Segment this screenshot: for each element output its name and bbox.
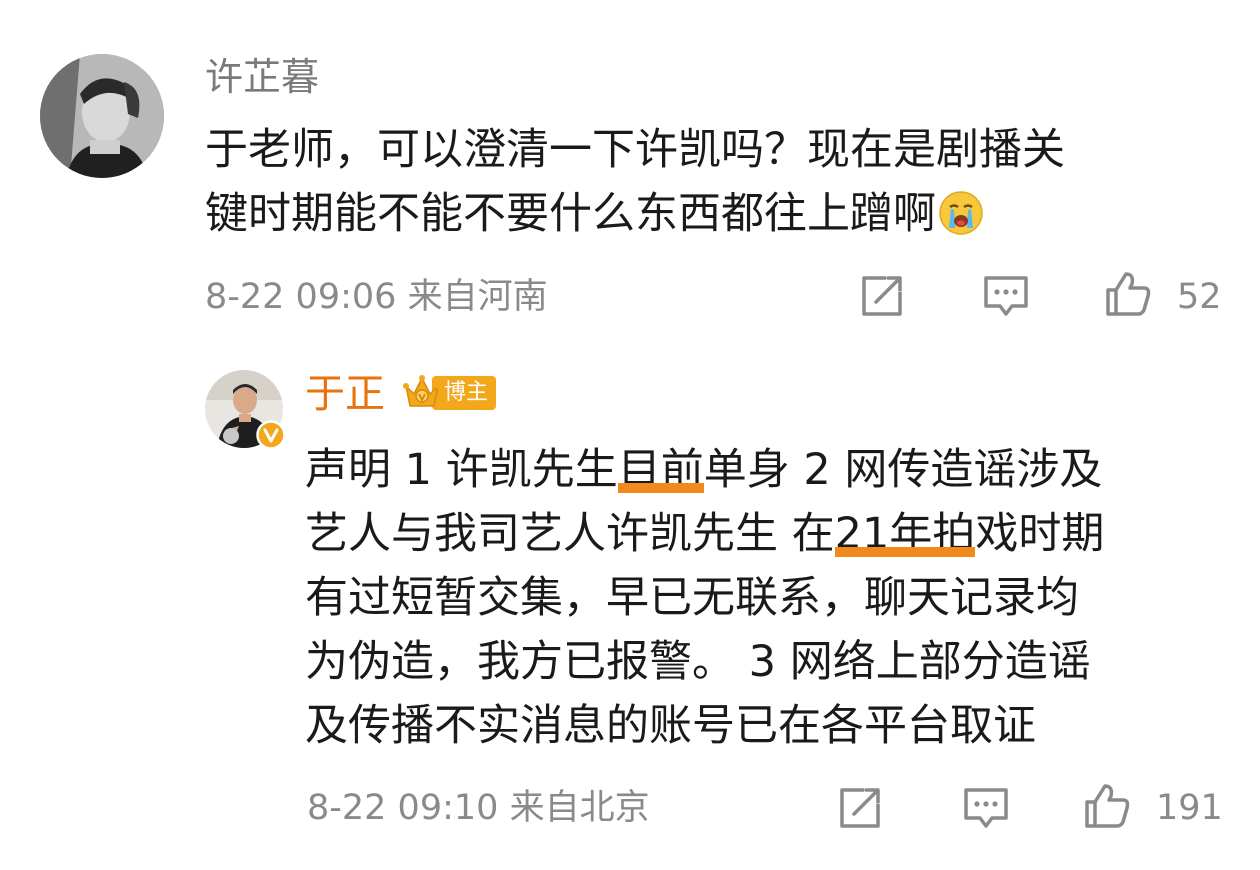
comment-text-line: 为伪造，我方已报警。 3 网络上部分造谣 — [305, 637, 1091, 687]
comment-text: 于老师，可以澄清一下许凯吗？现在是剧播关 键时期能不能不要什么东西都往上蹭啊 — [205, 118, 1215, 246]
share-icon[interactable] — [858, 272, 906, 324]
verified-v-icon — [256, 420, 286, 450]
comment-text-line: 艺人与我司艺人许凯先生 在21年拍戏时期 — [305, 509, 1105, 559]
like-count: 52 — [1177, 277, 1222, 317]
comment-meta: 8-22 09:06 来自河南 — [205, 275, 548, 319]
comment-text-line: 声明 1 许凯先生目前单身 2 网传造谣涉及 — [305, 445, 1103, 495]
share-icon[interactable] — [836, 784, 884, 836]
highlighted-text: 21年拍 — [834, 509, 976, 559]
comment-text-line: 有过短暂交集，早已无联系，聊天记录均 — [305, 573, 1079, 623]
highlighted-text: 目前 — [617, 445, 704, 495]
comment-text: 声明 1 许凯先生目前单身 2 网传造谣涉及 艺人与我司艺人许凯先生 在21年拍… — [305, 438, 1225, 758]
comment-timestamp: 8-22 09:06 — [205, 277, 397, 317]
comment-meta: 8-22 09:10 来自北京 — [307, 786, 650, 830]
user-avatar[interactable] — [40, 54, 164, 178]
comment-username[interactable]: 于正 — [305, 368, 385, 420]
comment-icon[interactable] — [982, 272, 1030, 324]
like-icon[interactable] — [1083, 782, 1131, 834]
like-count: 191 — [1156, 788, 1223, 828]
crown-badge-icon — [402, 372, 442, 412]
comment-location: 来自北京 — [509, 788, 650, 828]
like-icon[interactable] — [1104, 270, 1152, 322]
comment-text-line: 及传播不实消息的账号已在各平台取证 — [305, 701, 1036, 751]
comment-text-line: 键时期能不能不要什么东西都往上蹭啊 — [205, 182, 1215, 246]
comment-location: 来自河南 — [407, 277, 548, 317]
comment-username[interactable]: 许芷暮 — [205, 52, 319, 102]
comment-icon[interactable] — [962, 784, 1010, 836]
comment-timestamp: 8-22 09:10 — [307, 788, 499, 828]
crying-face-emoji — [938, 190, 984, 236]
comment-text-line: 于老师，可以澄清一下许凯吗？现在是剧播关 — [205, 125, 1065, 175]
